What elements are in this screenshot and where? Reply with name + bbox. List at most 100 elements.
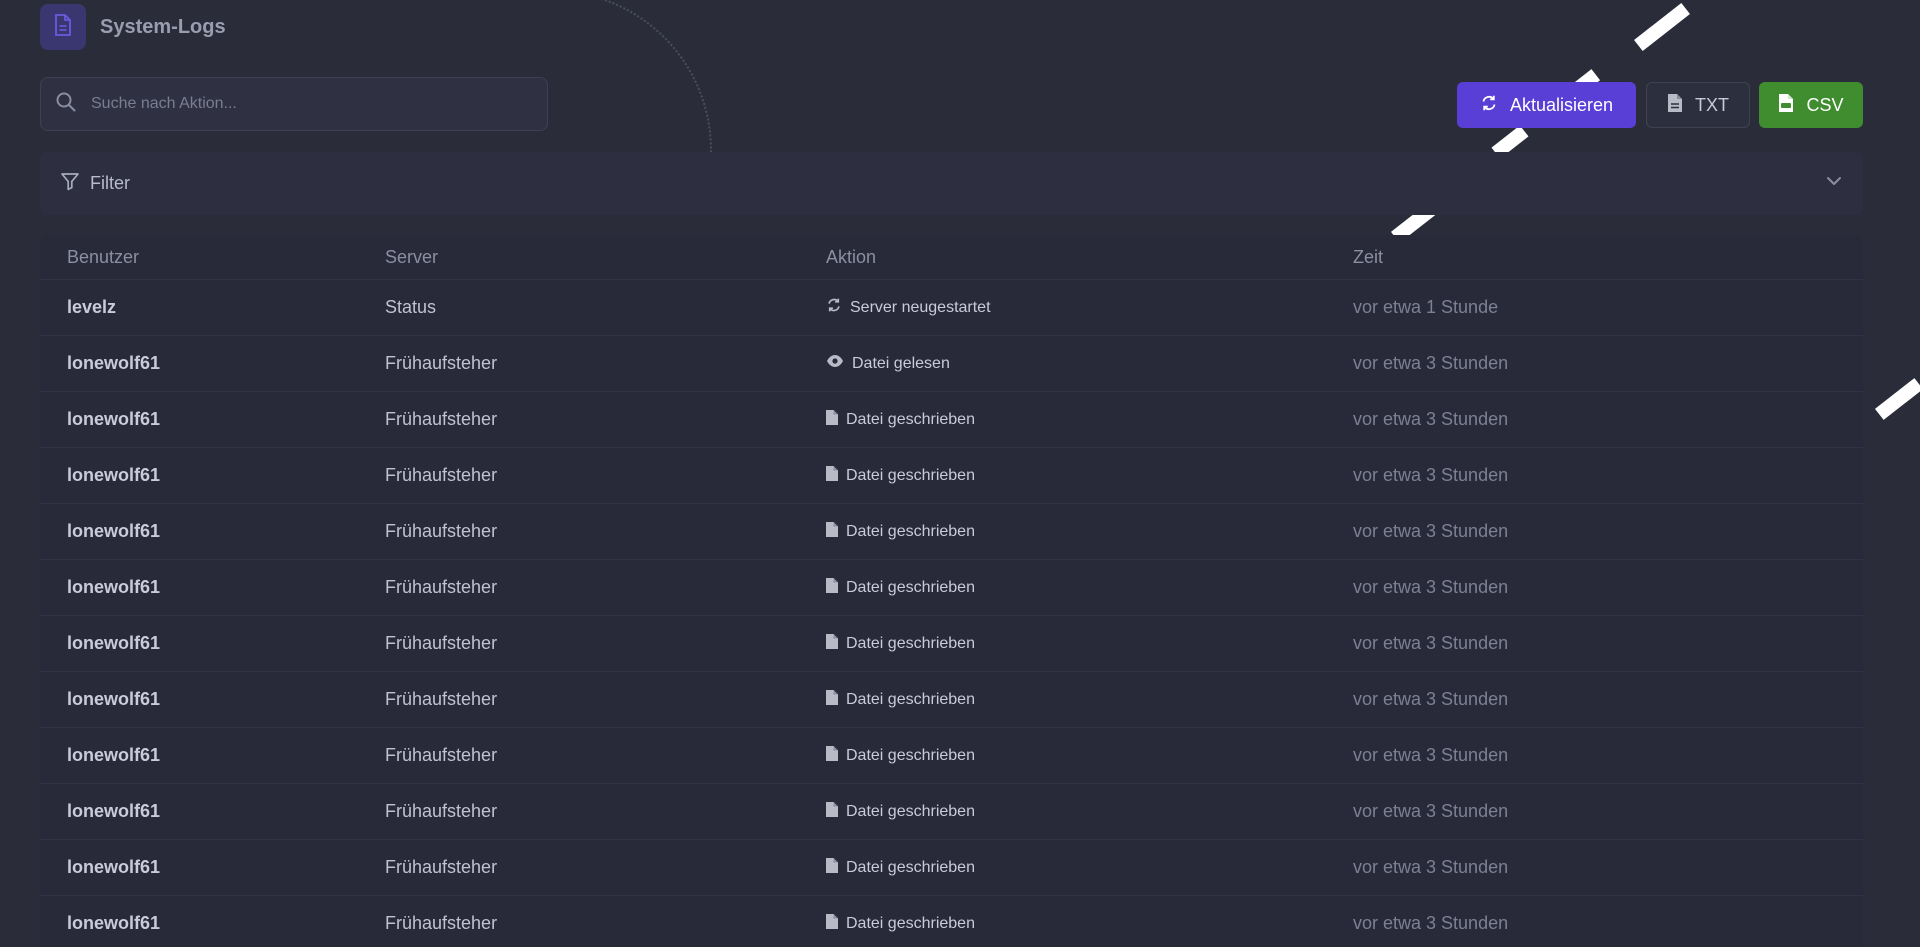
refresh-icon — [826, 297, 842, 318]
cell-action: Datei geschrieben — [826, 559, 1353, 616]
cell-server: Frühaufsteher — [385, 391, 826, 448]
action-label: Datei geschrieben — [846, 410, 975, 428]
action-label: Datei geschrieben — [846, 578, 975, 596]
table-row: lonewolf61 Frühaufsteher Datei gelesen vor … — [40, 335, 1863, 392]
table-row: levelz Status Server neugestartet vor etwa … — [40, 279, 1863, 336]
cell-user: lonewolf61 — [40, 615, 385, 672]
search-input[interactable] — [89, 94, 513, 114]
action-label: Datei geschrieben — [846, 914, 975, 932]
export-csv-button[interactable]: CSV — [1759, 82, 1863, 128]
column-header-time: Zeit — [1353, 246, 1384, 267]
table-header-row: Benutzer Server Aktion Zeit — [40, 235, 1863, 280]
action-label: Datei geschrieben — [846, 858, 975, 876]
cell-user: lonewolf61 — [40, 727, 385, 784]
cell-server: Frühaufsteher — [385, 503, 826, 560]
column-header-user: Benutzer — [67, 246, 140, 267]
file-icon — [826, 857, 838, 878]
cell-user: lonewolf61 — [40, 671, 385, 728]
table-row: lonewolf61 Frühaufsteher Datei geschrieben… — [40, 895, 1863, 947]
refresh-button[interactable]: Aktualisieren — [1457, 82, 1636, 128]
file-icon — [826, 689, 838, 710]
cell-action: Datei geschrieben — [826, 391, 1353, 448]
logs-logo — [40, 4, 86, 50]
table-row: lonewolf61 Frühaufsteher Datei geschrieben… — [40, 391, 1863, 448]
action-label: Server neugestartet — [850, 298, 991, 316]
refresh-button-label: Aktualisieren — [1509, 94, 1614, 115]
file-icon — [826, 745, 838, 766]
cell-time: vor etwa 3 Stunden — [1353, 839, 1863, 896]
cell-time: vor etwa 1 Stunde — [1353, 279, 1863, 336]
table-row: lonewolf61 Frühaufsteher Datei geschrieben… — [40, 559, 1863, 616]
cell-time: vor etwa 3 Stunden — [1353, 727, 1863, 784]
file-icon — [826, 633, 838, 654]
table-row: lonewolf61 Frühaufsteher Datei geschrieben… — [40, 727, 1863, 784]
file-icon — [826, 801, 838, 822]
cell-user: levelz — [40, 279, 385, 336]
cell-action: Server neugestartet — [826, 279, 1353, 336]
cell-time: vor etwa 3 Stunden — [1353, 559, 1863, 616]
filter-icon — [60, 171, 80, 196]
cell-user: lonewolf61 — [40, 391, 385, 448]
table-row: lonewolf61 Frühaufsteher Datei geschrieben… — [40, 615, 1863, 672]
filter-label: Filter — [90, 173, 130, 193]
cell-server: Frühaufsteher — [385, 671, 826, 728]
cell-server: Frühaufsteher — [385, 615, 826, 672]
file-csv-icon — [1778, 93, 1794, 118]
table-row: lonewolf61 Frühaufsteher Datei geschrieben… — [40, 503, 1863, 560]
table-row: lonewolf61 Frühaufsteher Datei geschrieben… — [40, 783, 1863, 840]
cell-user: lonewolf61 — [40, 559, 385, 616]
file-text-icon — [1667, 93, 1683, 118]
cell-time: vor etwa 3 Stunden — [1353, 615, 1863, 672]
filter-panel-toggle[interactable]: Filter — [40, 152, 1863, 215]
logs-table: Benutzer Server Aktion Zeit levelz Status… — [40, 235, 1863, 947]
cell-time: vor etwa 3 Stunden — [1353, 671, 1863, 728]
file-icon — [826, 465, 838, 486]
cell-time: vor etwa 3 Stunden — [1353, 391, 1863, 448]
page-header: System-Logs — [40, 4, 226, 50]
cell-server: Frühaufsteher — [385, 895, 826, 947]
cell-server: Frühaufsteher — [385, 559, 826, 616]
cell-action: Datei geschrieben — [826, 615, 1353, 672]
cell-action: Datei gelesen — [826, 335, 1353, 392]
logs-table-card: Benutzer Server Aktion Zeit levelz Status… — [40, 235, 1863, 947]
eye-icon — [826, 354, 844, 373]
cell-action: Datei geschrieben — [826, 447, 1353, 504]
cell-time: vor etwa 3 Stunden — [1353, 335, 1863, 392]
cell-server: Frühaufsteher — [385, 783, 826, 840]
action-label: Datei geschrieben — [846, 634, 975, 652]
cell-server: Frühaufsteher — [385, 335, 826, 392]
search-icon — [55, 91, 77, 118]
action-label: Datei geschrieben — [846, 802, 975, 820]
cell-action: Datei geschrieben — [826, 503, 1353, 560]
cell-server: Status — [385, 279, 826, 336]
action-label: Datei geschrieben — [846, 746, 975, 764]
table-row: lonewolf61 Frühaufsteher Datei geschrieben… — [40, 671, 1863, 728]
export-txt-button[interactable]: TXT — [1646, 82, 1750, 128]
cell-user: lonewolf61 — [40, 839, 385, 896]
cell-server: Frühaufsteher — [385, 839, 826, 896]
decorative-arc — [530, 0, 712, 152]
column-header-server: Server — [385, 246, 439, 267]
file-icon — [826, 913, 838, 934]
cell-server: Frühaufsteher — [385, 447, 826, 504]
search-box — [40, 77, 548, 131]
table-row: lonewolf61 Frühaufsteher Datei geschrieben… — [40, 839, 1863, 896]
cell-user: lonewolf61 — [40, 895, 385, 947]
page-title: System-Logs — [100, 15, 226, 38]
cell-user: lonewolf61 — [40, 447, 385, 504]
file-icon — [826, 409, 838, 430]
cell-server: Frühaufsteher — [385, 727, 826, 784]
cell-action: Datei geschrieben — [826, 895, 1353, 947]
cell-time: vor etwa 3 Stunden — [1353, 503, 1863, 560]
file-icon — [826, 521, 838, 542]
column-header-action: Aktion — [826, 246, 877, 267]
refresh-icon — [1480, 94, 1498, 117]
action-label: Datei geschrieben — [846, 522, 975, 540]
action-label: Datei geschrieben — [846, 466, 975, 484]
cell-user: lonewolf61 — [40, 335, 385, 392]
chevron-down-icon — [1825, 172, 1843, 195]
action-label: Datei geschrieben — [846, 690, 975, 708]
action-label: Datei gelesen — [852, 354, 950, 372]
cell-user: lonewolf61 — [40, 503, 385, 560]
cell-action: Datei geschrieben — [826, 783, 1353, 840]
